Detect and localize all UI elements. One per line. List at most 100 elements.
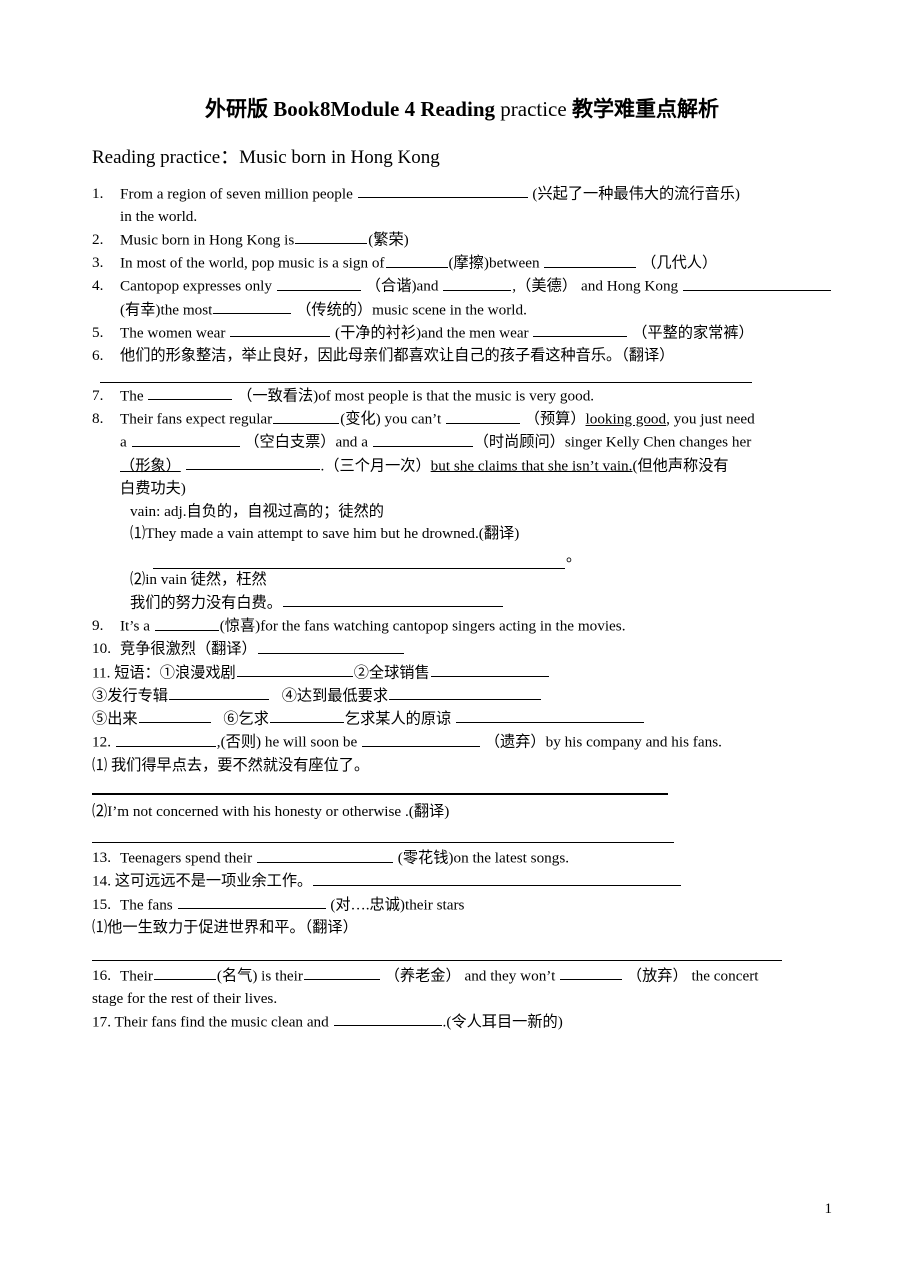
q4-text-d: (有幸)the most	[120, 301, 213, 319]
q8-example-2-rule[interactable]	[282, 592, 503, 608]
q15-sub-1: ⑴他一生致力于促进世界和平。（翻译）	[92, 918, 358, 936]
q3-blank-2[interactable]	[544, 252, 637, 268]
q13-blank-1[interactable]	[257, 847, 393, 863]
q16-blank-2[interactable]	[303, 965, 380, 981]
q12-blank-2[interactable]	[362, 731, 481, 747]
q12-sub-2-answer-rule[interactable]	[92, 842, 674, 844]
q8-example-1-answer-row: 。	[92, 546, 832, 570]
q11-blank-4[interactable]	[389, 685, 542, 701]
q11-blank-1[interactable]	[236, 662, 353, 677]
item-body: The women wear (干净的衬衫)and the men wear （…	[120, 322, 832, 345]
q8-example-1-end: 。	[566, 548, 582, 566]
q11-text-e: ⑤出来	[92, 710, 138, 728]
q1-text-c: in the world.	[120, 208, 198, 226]
q8-blank-5[interactable]	[185, 455, 320, 471]
item-body: Teenagers spend their (零花钱)on the latest…	[120, 847, 832, 870]
q11-text-a: 短语：①浪漫戏剧	[114, 664, 236, 681]
q8-example-2: ⑵in vain 徒然，枉然	[130, 571, 267, 589]
item-number: 16.	[92, 966, 111, 984]
q4-blank-3[interactable]	[683, 275, 831, 291]
question-item-3: 3. In most of the world, pop music is a …	[92, 252, 832, 275]
q8-underlined-phrase-1: looking good	[585, 410, 667, 428]
q16-blank-1[interactable]	[153, 965, 216, 981]
q8-blank-3[interactable]	[131, 431, 240, 447]
q5-blank-1[interactable]	[230, 322, 331, 338]
q16-text-d: （放弃） the concert	[626, 967, 759, 985]
q4-text-b: （合谐)and	[365, 277, 439, 295]
question-item-17: 17. Their fans find the music clean and …	[92, 1011, 832, 1034]
question-item-13: 13. Teenagers spend their (零花钱)on the la…	[92, 847, 832, 870]
q3-blank-1[interactable]	[385, 252, 448, 268]
q3-text-a: In most of the world, pop music is a sig…	[120, 254, 385, 272]
q15-blank-1[interactable]	[177, 894, 326, 909]
q8-blank-4[interactable]	[372, 431, 473, 447]
q8-blank-2[interactable]	[445, 408, 520, 424]
item-body: In most of the world, pop music is a sig…	[120, 252, 832, 275]
q11-blank-2[interactable]	[430, 662, 549, 677]
q16-text-c: （养老金） and they won’t	[384, 967, 556, 985]
item-number: 2.	[92, 230, 104, 248]
question-item-14: 14. 这可远远不是一项业余工作。	[92, 870, 832, 893]
q7-blank-1[interactable]	[148, 385, 233, 401]
item-number: 11.	[92, 664, 111, 681]
q4-text-a: Cantopop expresses only	[120, 277, 272, 295]
q15-text-b: (对….忠诚)their stars	[330, 896, 465, 913]
item-number: 13.	[92, 849, 111, 867]
question-item-11-line-2: ③发行专辑 ④达到最低要求	[92, 685, 832, 708]
q6-answer-rule[interactable]	[100, 381, 752, 383]
q10-blank-1[interactable]	[257, 638, 404, 654]
item-body: It’s a (惊喜)for the fans watching cantopo…	[120, 615, 832, 638]
q11-blank-6[interactable]	[269, 708, 344, 724]
q10-text: 竞争很激烈（翻译）	[120, 640, 257, 658]
item-body: Cantopop expresses only （合谐)and ,（美德） an…	[120, 275, 832, 321]
item-number: 5.	[92, 323, 104, 341]
page-title: 外研版 Book8Module 4 Reading practice 教学难重点…	[92, 96, 832, 123]
q9-text-a: It’s a	[120, 617, 150, 635]
q12-blank-1[interactable]	[115, 731, 216, 747]
q4-blank-2[interactable]	[443, 275, 512, 291]
q12-sub-2: ⑵I’m not concerned with his honesty or o…	[92, 803, 450, 821]
question-item-2: 2. Music born in Hong Kong is (繁荣)	[92, 229, 832, 252]
q12-sub-1-answer-rule[interactable]	[92, 793, 668, 796]
section-title: Reading practice：Music born in Hong Kong	[92, 147, 440, 169]
item-number: 4.	[92, 277, 104, 295]
q11-blank-5[interactable]	[138, 708, 211, 724]
q2-blank-1[interactable]	[295, 229, 368, 245]
item-body: Their fans expect regular (变化) you can’t …	[120, 408, 832, 501]
q8-example-1-rule[interactable]	[153, 554, 565, 570]
q2-text-b: (繁荣)	[368, 231, 409, 249]
q13-text-b: (零花钱)on the latest songs.	[397, 849, 570, 867]
q16-text-b: (名气) is their	[216, 967, 303, 985]
q4-blank-4[interactable]	[213, 299, 292, 315]
item-number: 7.	[92, 386, 104, 404]
q13-text-a: Teenagers spend their	[120, 849, 253, 867]
page-number: 1	[824, 1201, 833, 1217]
title-part-en-light: practice	[500, 97, 567, 121]
worksheet-page: 外研版 Book8Module 4 Reading practice 教学难重点…	[0, 0, 920, 1274]
document-content: 外研版 Book8Module 4 Reading practice 教学难重点…	[92, 96, 832, 1034]
q7-text-b: （一致看法)of most people is that the music i…	[237, 387, 595, 405]
q11-blank-3[interactable]	[168, 685, 269, 701]
q8-text-k: 白费功夫)	[120, 479, 186, 497]
question-item-8: 8. Their fans expect regular (变化) you can…	[92, 408, 832, 501]
q4-text-e: （传统的）music scene in the world.	[296, 301, 527, 319]
q8-text-j: (但他声称没有	[632, 457, 729, 475]
q15-sub-1-answer-rule[interactable]	[92, 959, 782, 961]
q9-blank-1[interactable]	[154, 615, 219, 631]
q1-blank-1[interactable]	[357, 183, 528, 199]
q16-text-a: Their	[120, 967, 153, 985]
title-part-cn-1: 外研版	[205, 97, 269, 121]
q14-blank-1[interactable]	[313, 870, 682, 886]
item-number: 15.	[92, 895, 111, 913]
q17-blank-1[interactable]	[333, 1011, 442, 1027]
q5-blank-2[interactable]	[533, 322, 628, 338]
q8-blank-1[interactable]	[273, 408, 340, 424]
question-item-11-line-1: 11. 短语：①浪漫戏剧 ②全球销售	[92, 662, 832, 685]
q16-blank-3[interactable]	[560, 965, 623, 981]
q4-blank-1[interactable]	[276, 275, 361, 291]
q11-text-d: ④达到最低要求	[281, 687, 389, 705]
item-number: 1.	[92, 184, 104, 202]
q8-example-2-cn-row: 我们的努力没有白费。	[92, 592, 832, 615]
q11-blank-7[interactable]	[456, 708, 645, 724]
question-item-6: 6. 他们的形象整洁，举止良好，因此母亲们都喜欢让自己的孩子看这种音乐。（翻译）	[92, 345, 832, 368]
